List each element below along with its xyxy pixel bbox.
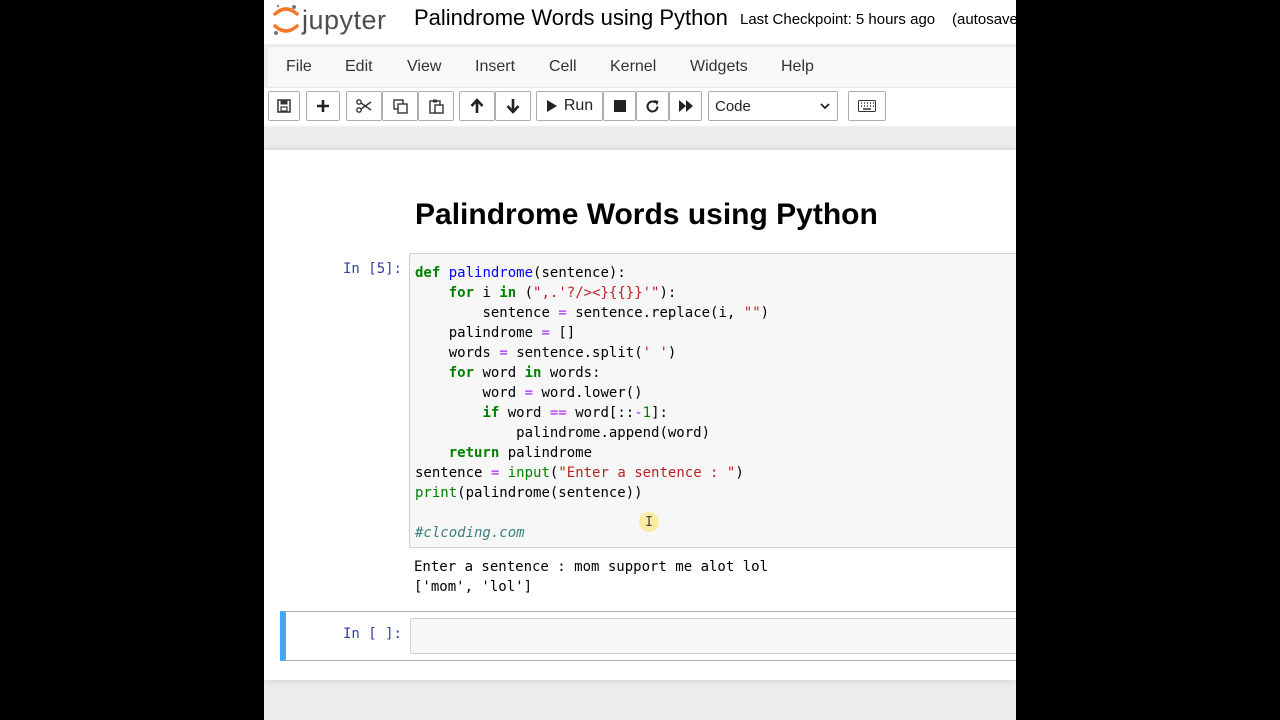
notebook-title[interactable]: Palindrome Words using Python	[414, 5, 728, 31]
code-line-6: for word in words:	[448, 365, 601, 381]
code-line-3: sentence = sentence.replace(i, "")	[482, 305, 770, 321]
code-content: def palindrome(sentence): for i in (",.'…	[415, 263, 769, 543]
move-down-button[interactable]	[495, 91, 531, 121]
code-line-11: sentence = input("Enter a sentence : ")	[415, 465, 744, 481]
menubar: File Edit View Insert Cell Kernel Widget…	[268, 46, 1016, 88]
cell-type-select[interactable]: Code	[708, 91, 838, 121]
code-editor[interactable]: def palindrome(sentence): for i in (",.'…	[409, 253, 1016, 548]
code-line-9: palindrome.append(word)	[516, 425, 711, 441]
header: jupyter Palindrome Words using Python La…	[264, 0, 1016, 44]
cell-output: Enter a sentence : mom support me alot l…	[414, 557, 768, 597]
jupyter-logo-icon	[273, 4, 299, 35]
autosave-status: (autosaved)	[952, 11, 1016, 28]
code-line-10: return palindrome	[448, 445, 593, 461]
menu-view[interactable]: View	[407, 58, 441, 76]
text-cursor-icon: I	[639, 512, 659, 532]
restart-run-all-button[interactable]	[669, 91, 702, 121]
code-line-5: words = sentence.split(' ')	[448, 345, 677, 361]
save-button[interactable]	[268, 91, 300, 121]
code-line-7: word = word.lower()	[482, 385, 643, 401]
restart-kernel-button[interactable]	[636, 91, 669, 121]
fast-forward-icon	[678, 100, 693, 112]
paste-button[interactable]	[418, 91, 454, 121]
code-line-12: print(palindrome(sentence))	[415, 485, 643, 501]
save-icon	[277, 99, 291, 113]
copy-icon	[392, 98, 408, 114]
arrow-down-icon	[506, 99, 520, 114]
code-line-1: def palindrome(sentence):	[415, 265, 626, 281]
output-line-2: ['mom', 'lol']	[414, 579, 533, 595]
cell-type-value: Code	[715, 97, 751, 115]
play-icon	[546, 100, 557, 112]
stop-icon	[613, 100, 626, 112]
jupyter-notebook-window: jupyter Palindrome Words using Python La…	[264, 0, 1016, 720]
plus-icon	[317, 100, 329, 112]
run-label: Run	[563, 97, 594, 114]
menu-widgets[interactable]: Widgets	[690, 58, 748, 76]
empty-cell-prompt: In [ ]:	[342, 626, 402, 642]
markdown-heading: Palindrome Words using Python	[415, 198, 878, 231]
refresh-icon	[646, 99, 659, 112]
menu-edit[interactable]: Edit	[345, 58, 373, 76]
selected-empty-cell[interactable]: In [ ]:	[280, 611, 1016, 661]
empty-cell-editor[interactable]	[410, 618, 1016, 654]
menu-help[interactable]: Help	[781, 58, 814, 76]
arrow-up-icon	[470, 98, 484, 113]
code-line-8: if word == word[::-1]:	[482, 405, 668, 421]
keyboard-icon	[858, 100, 876, 112]
last-checkpoint: Last Checkpoint: 5 hours ago	[740, 11, 936, 28]
logo-text: jupyter	[302, 4, 387, 35]
toolbar: Run Code	[264, 88, 1016, 126]
notebook-container: Palindrome Words using Python In [5]: de…	[264, 150, 1016, 680]
chevron-down-icon	[820, 103, 830, 110]
menu-kernel[interactable]: Kernel	[610, 58, 656, 76]
run-button[interactable]: Run	[536, 91, 603, 121]
menu-file[interactable]: File	[286, 58, 312, 76]
code-cell-prompt: In [5]:	[342, 261, 402, 277]
output-line-1: Enter a sentence : mom support me alot l…	[414, 559, 769, 575]
command-palette-button[interactable]	[848, 91, 886, 121]
code-line-4: palindrome = []	[448, 325, 576, 341]
menu-insert[interactable]: Insert	[475, 58, 515, 76]
code-line-2: for i in (",.'?/><}{{}}'"):	[448, 285, 677, 301]
scissors-icon	[356, 99, 372, 113]
insert-cell-button[interactable]	[306, 91, 340, 121]
menu-cell[interactable]: Cell	[549, 58, 577, 76]
copy-button[interactable]	[382, 91, 418, 121]
jupyter-logo[interactable]: jupyter	[272, 2, 387, 38]
cut-button[interactable]	[346, 91, 382, 121]
move-up-button[interactable]	[459, 91, 495, 121]
code-line-14: #clcoding.com	[415, 525, 525, 541]
paste-icon	[428, 99, 444, 114]
interrupt-kernel-button[interactable]	[603, 91, 636, 121]
